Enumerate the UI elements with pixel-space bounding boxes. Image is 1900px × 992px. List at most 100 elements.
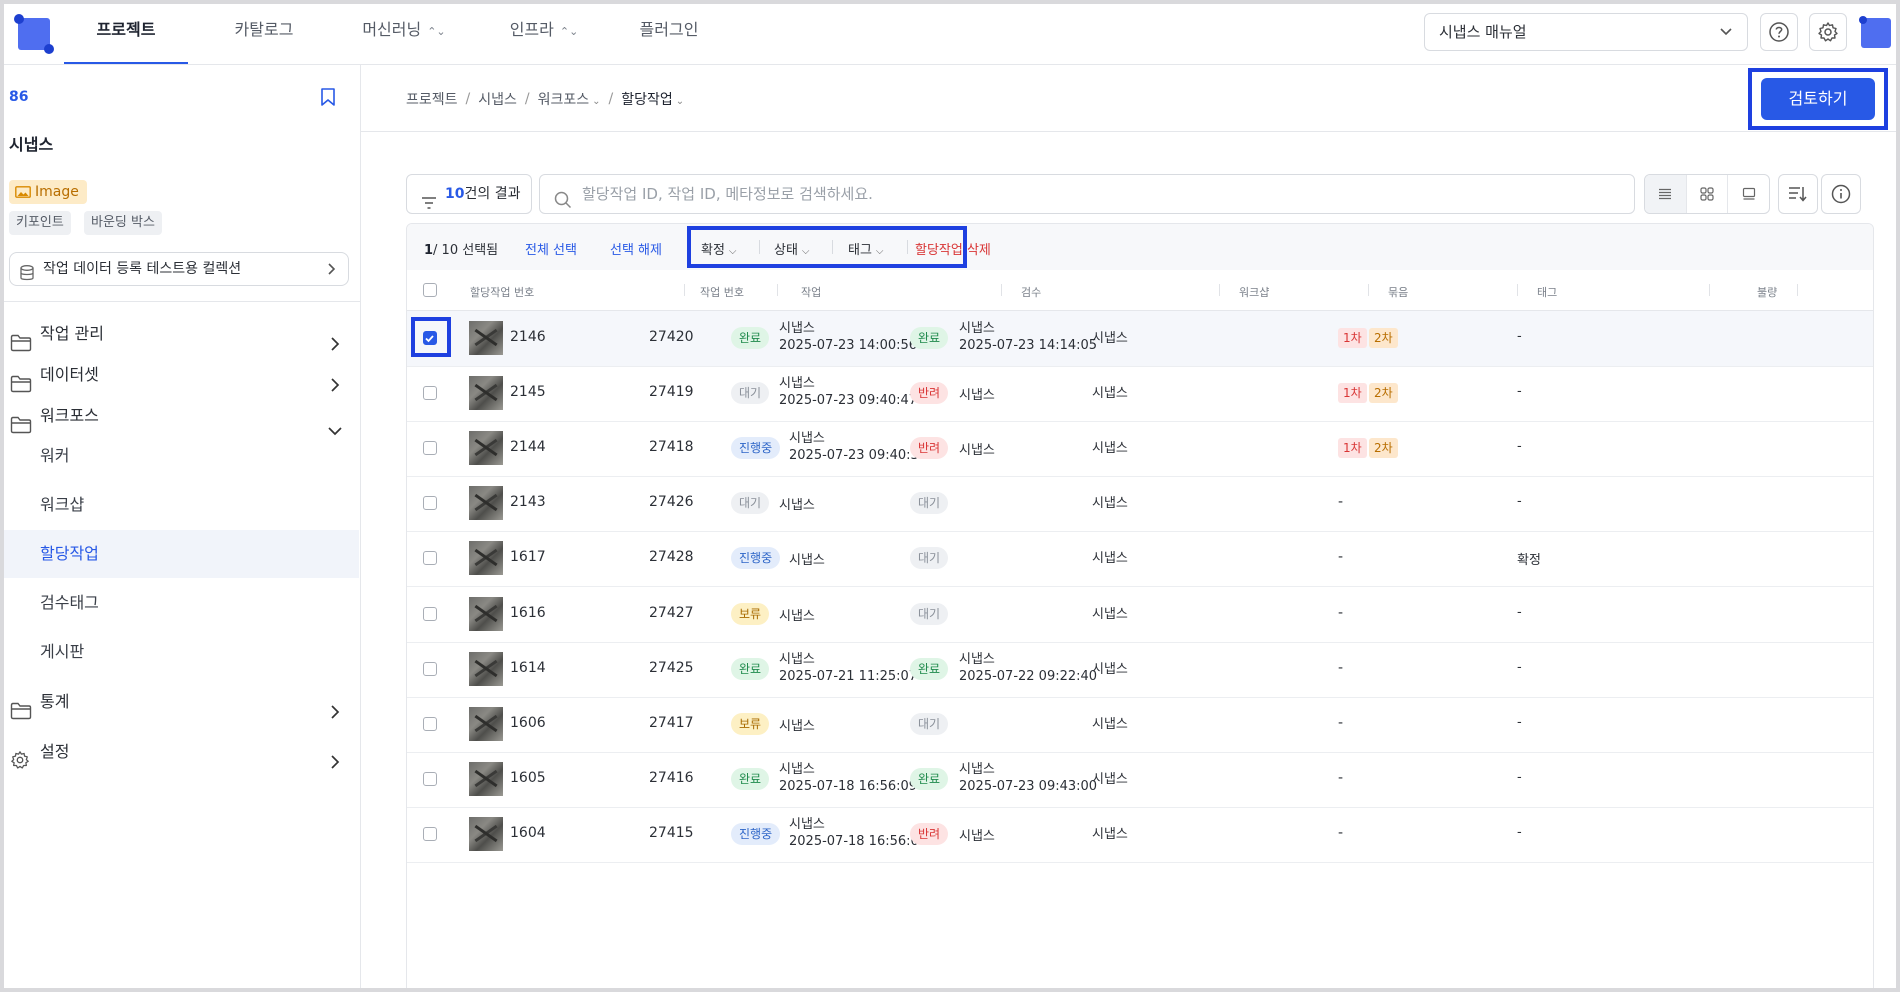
task-thumbnail[interactable] (469, 486, 503, 521)
review-button[interactable]: 검토하기 (1761, 78, 1875, 120)
column-header[interactable]: 워크샵 (1239, 284, 1269, 300)
settings-button[interactable] (1809, 13, 1847, 51)
breadcrumb-item[interactable]: 시냅스 (478, 89, 517, 109)
assignment-id[interactable]: 2146 (510, 329, 546, 345)
app-logo[interactable] (14, 14, 54, 54)
work-timestamp: 2025-07-21 11:25:07 (779, 668, 918, 684)
row-checkbox[interactable] (423, 716, 437, 731)
sidebar-item-review-tag[interactable]: 검수태그 (4, 579, 359, 627)
breadcrumb-item[interactable]: 프로젝트 (406, 89, 458, 109)
row-checkbox[interactable] (423, 551, 437, 566)
reviewer-name: 시냅스 (959, 321, 995, 336)
column-header[interactable]: 묶음 (1388, 284, 1408, 300)
nav-tab-infra[interactable]: 인프라 ⌃⌄ (489, 4, 599, 64)
info-button[interactable] (1821, 174, 1861, 214)
table-row[interactable]: 2145 27419 대기 시냅스 2025-07-23 09:40:47 반려 시냅스 시냅… (407, 366, 1873, 423)
task-id: 27418 (649, 439, 694, 456)
collection-link[interactable]: 작업 데이터 등록 테스트용 컬렉션 (9, 252, 349, 286)
bookmark-icon[interactable] (320, 87, 336, 111)
row-checkbox[interactable] (423, 496, 437, 511)
assignment-id[interactable]: 1614 (510, 660, 546, 676)
sidebar-item-workshop[interactable]: 워크샵 (4, 481, 359, 529)
task-thumbnail[interactable] (469, 321, 503, 355)
task-thumbnail[interactable] (469, 596, 503, 631)
table-row[interactable]: 1614 27425 완료 시냅스 2025-07-21 11:25:07 완료 시냅스 20… (407, 642, 1873, 698)
column-header[interactable]: 할당작업 번호 (470, 284, 534, 300)
assignment-id[interactable]: 1616 (510, 605, 546, 621)
table-row[interactable]: 1616 27427 보류 시냅스 대기 시냅스 - - (407, 587, 1873, 643)
grid-view-button[interactable] (1687, 175, 1729, 213)
sort-button[interactable] (1778, 174, 1818, 214)
assignment-id[interactable]: 1617 (510, 549, 546, 565)
sidebar-item-task-management[interactable]: 작업 관리 (4, 311, 359, 357)
column-header[interactable]: 불량 (1757, 284, 1777, 300)
select-all-checkbox[interactable] (423, 283, 437, 297)
task-thumbnail[interactable] (469, 761, 503, 796)
table-row[interactable]: 2146 27420 완료 시냅스 2025-07-23 14:00:56 완료 시냅스 20… (407, 311, 1873, 367)
status-dropdown[interactable]: 상태 ⌵ (774, 239, 810, 258)
search-input[interactable]: 할당작업 ID, 작업 ID, 메타정보로 검색하세요. (539, 174, 1635, 214)
task-thumbnail[interactable] (469, 651, 503, 686)
assignment-id[interactable]: 2145 (510, 384, 546, 400)
task-thumbnail[interactable] (469, 706, 503, 741)
column-header[interactable]: 작업 번호 (700, 284, 744, 300)
grid-icon (1700, 187, 1714, 201)
annotation-tag: 바운딩 박스 (84, 211, 162, 235)
table-row[interactable]: 1617 27428 진행중 시냅스 대기 시냅스 - 확정 (407, 531, 1873, 588)
user-avatar[interactable] (1859, 16, 1893, 50)
task-thumbnail[interactable] (469, 541, 503, 576)
confirm-dropdown[interactable]: 확정 ⌵ (701, 239, 737, 258)
row-checkbox[interactable] (423, 826, 437, 841)
nav-tab-ml[interactable]: 머신러닝 ⌃⌄ (339, 4, 469, 64)
breadcrumb-item[interactable]: 워크포스 ⌄ (538, 89, 601, 109)
manual-select[interactable]: 시냅스 매뉴얼 (1424, 13, 1748, 51)
sidebar-item-settings[interactable]: 설정 (4, 729, 359, 775)
gallery-view-button[interactable] (1728, 175, 1769, 213)
column-header[interactable]: 작업 (801, 284, 821, 300)
select-all-link[interactable]: 전체 선택 (525, 239, 577, 258)
assignment-id[interactable]: 2144 (510, 439, 546, 455)
table-row[interactable]: 2143 27426 대기 시냅스 대기 시냅스 - - (407, 476, 1873, 533)
column-header[interactable]: 검수 (1021, 284, 1041, 300)
nav-tab-plugin[interactable]: 플러그인 (619, 4, 719, 64)
task-thumbnail[interactable] (469, 376, 503, 411)
column-header[interactable]: 태그 (1537, 284, 1557, 300)
nav-tab-project[interactable]: 프로젝트 (64, 4, 188, 64)
delete-assignment-button[interactable]: 할당작업 삭제 (915, 239, 991, 258)
row-checkbox[interactable] (423, 771, 437, 786)
task-id: 27426 (649, 494, 694, 511)
table-row[interactable]: 1605 27416 완료 시냅스 2025-07-18 16:56:09 완료 시냅스 20… (407, 752, 1873, 808)
assignment-id[interactable]: 1605 (510, 770, 546, 786)
assignment-id[interactable]: 2143 (510, 494, 546, 510)
work-status-badge: 완료 (731, 767, 770, 790)
sidebar-item-statistics[interactable]: 통계 (4, 679, 359, 725)
sidebar-item-dataset[interactable]: 데이터셋 (4, 352, 359, 398)
row-checkbox[interactable] (423, 441, 437, 456)
work-status-badge: 보류 (731, 712, 770, 735)
assignment-id[interactable]: 1606 (510, 715, 546, 731)
deselect-link[interactable]: 선택 해제 (610, 239, 662, 258)
row-checkbox[interactable] (423, 386, 437, 401)
tag-dropdown[interactable]: 태그 ⌵ (848, 239, 884, 258)
row-checkbox[interactable] (423, 661, 437, 676)
help-button[interactable] (1760, 13, 1798, 51)
sidebar-item-worker[interactable]: 워커 (4, 432, 359, 480)
list-view-button[interactable] (1645, 175, 1687, 213)
row-checkbox[interactable] (423, 606, 437, 621)
table-row[interactable]: 2144 27418 진행중 시냅스 2025-07-23 09:40:3 반려 시냅스 시냅… (407, 421, 1873, 478)
task-thumbnail[interactable] (469, 431, 503, 466)
row-checkbox[interactable] (423, 331, 437, 345)
sort-icon (1789, 187, 1807, 202)
assignment-id[interactable]: 1604 (510, 825, 546, 841)
sidebar-item-board[interactable]: 게시판 (4, 628, 359, 676)
breadcrumb-current[interactable]: 할당작업 ⌄ (621, 89, 684, 109)
table-row[interactable]: 1604 27415 진행중 시냅스 2025-07-18 16:56:0 반려 시냅스 시냅… (407, 807, 1873, 863)
nav-tab-catalog[interactable]: 카탈로그 (214, 4, 314, 64)
sidebar-item-assignment[interactable]: 할당작업 (4, 530, 359, 578)
view-mode-group (1644, 174, 1770, 214)
work-timestamp: 2025-07-23 14:00:56 (779, 338, 918, 353)
task-thumbnail[interactable] (469, 816, 503, 851)
gear-icon (1818, 22, 1838, 42)
filter-button[interactable]: 10건의 결과 (406, 174, 532, 214)
table-row[interactable]: 1606 27417 보류 시냅스 대기 시냅스 - - (407, 697, 1873, 753)
